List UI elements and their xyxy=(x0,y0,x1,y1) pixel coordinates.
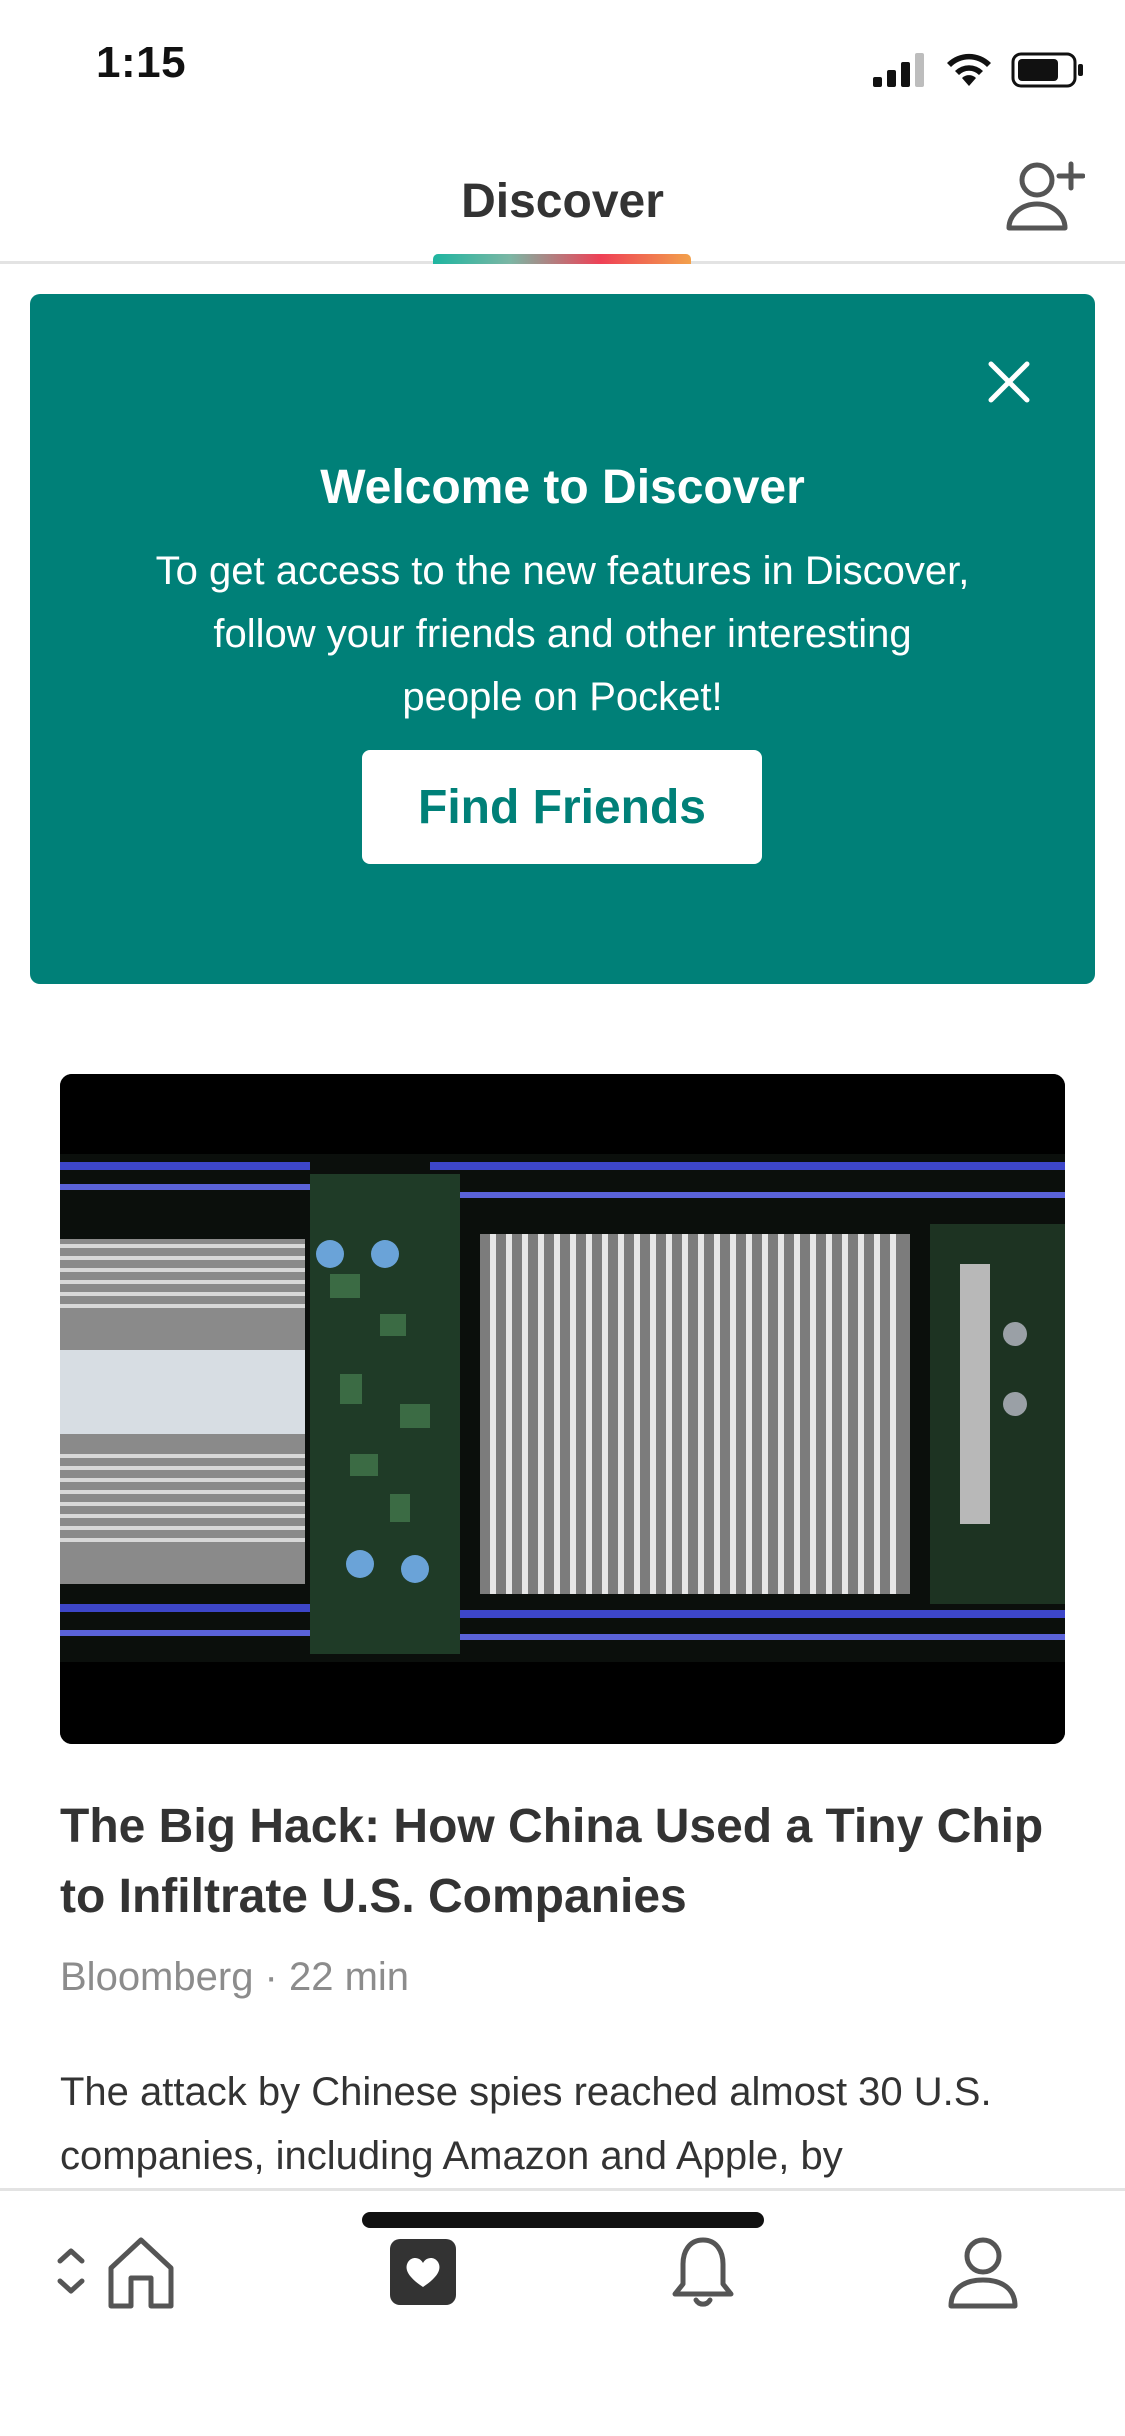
bell-icon xyxy=(672,2237,734,2307)
signal-icon xyxy=(873,53,924,87)
home-indicator[interactable] xyxy=(362,2212,764,2228)
add-friend-button[interactable] xyxy=(1005,156,1086,236)
tab-discover[interactable] xyxy=(378,2227,468,2317)
tab-notifications[interactable] xyxy=(658,2227,748,2317)
home-icon xyxy=(108,2237,174,2309)
status-time: 1:15 xyxy=(96,38,187,87)
article-thumbnail[interactable] xyxy=(60,1074,1065,1744)
discover-screen: 1:15 Discover Welcome to Discover To get… xyxy=(0,0,1125,2436)
wifi-icon xyxy=(947,53,991,86)
app-switch-button[interactable] xyxy=(56,2243,86,2299)
page-title[interactable]: Discover xyxy=(0,174,1125,229)
article-meta: Bloomberg · 22 min xyxy=(60,1955,410,1999)
welcome-description: To get access to the new features in Dis… xyxy=(155,549,970,719)
tab-profile[interactable] xyxy=(938,2227,1028,2317)
close-icon xyxy=(988,361,1030,403)
find-friends-button[interactable]: Find Friends xyxy=(362,750,762,864)
discover-heart-icon xyxy=(390,2239,456,2305)
article-excerpt: The attack by Chinese spies reached almo… xyxy=(60,2070,992,2178)
battery-icon xyxy=(1011,52,1083,88)
welcome-title: Welcome to Discover xyxy=(320,461,805,514)
status-bar: 1:15 xyxy=(0,0,1125,132)
welcome-card: Welcome to Discover To get access to the… xyxy=(30,294,1095,984)
active-tab-indicator xyxy=(433,254,691,264)
add-friend-icon xyxy=(1006,161,1086,231)
tab-home[interactable] xyxy=(96,2227,186,2317)
status-icons xyxy=(873,50,1085,90)
circuit-board-image xyxy=(60,1074,1065,1744)
top-nav: Discover xyxy=(0,132,1125,264)
close-button[interactable] xyxy=(987,360,1031,404)
switch-chevrons-icon xyxy=(57,2248,85,2294)
profile-icon xyxy=(948,2237,1018,2309)
article-title[interactable]: The Big Hack: How China Used a Tiny Chip… xyxy=(60,1792,1070,1932)
